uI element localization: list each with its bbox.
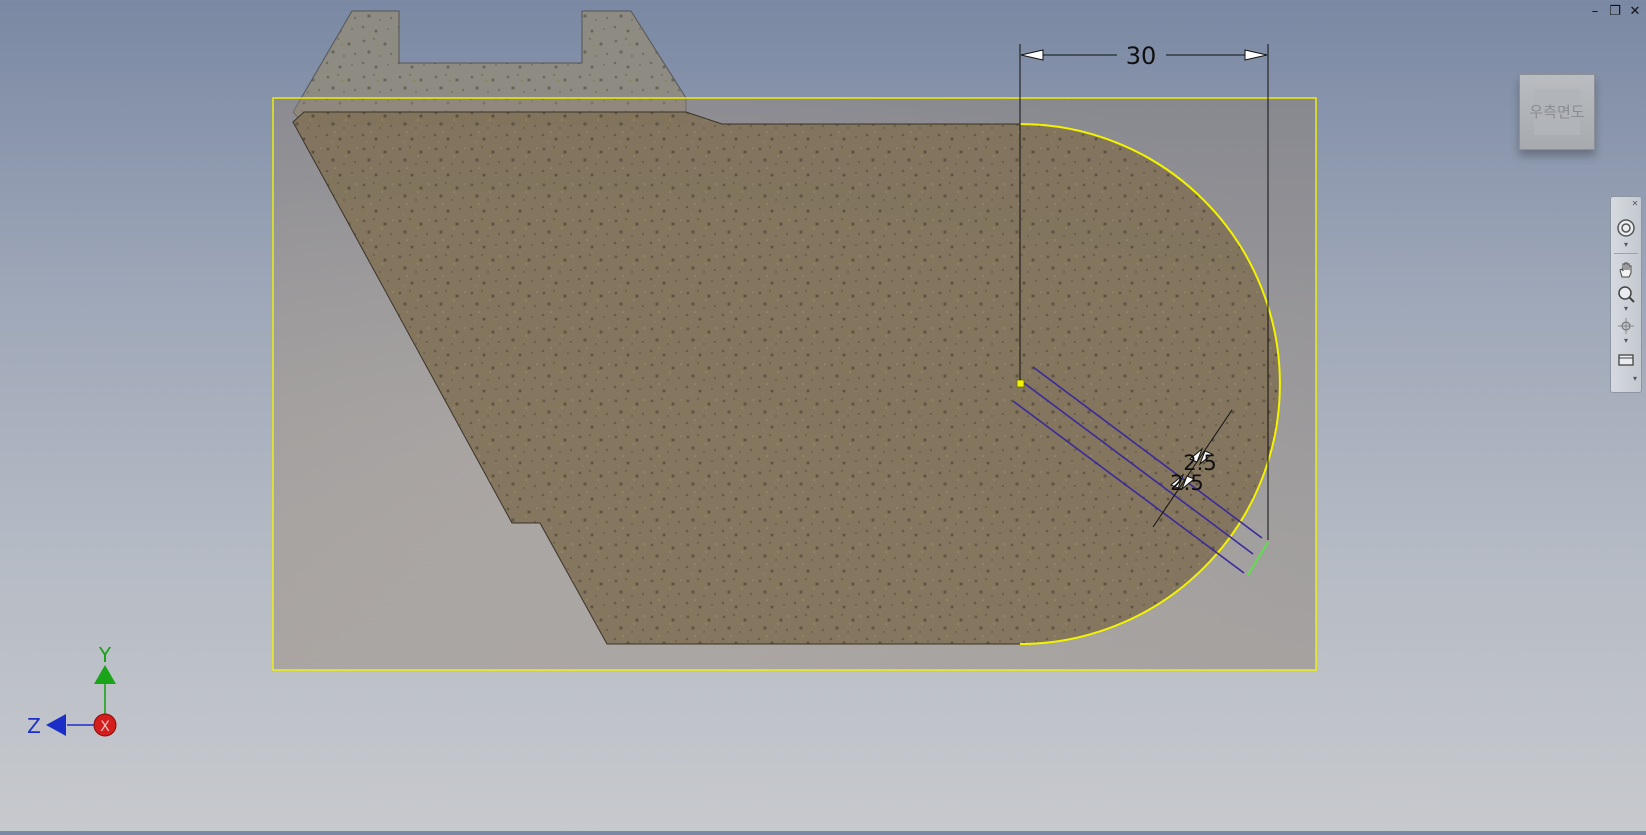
restore-button[interactable]: ❐ — [1607, 4, 1623, 20]
zoom-icon[interactable] — [1615, 283, 1637, 305]
chevron-down-icon[interactable]: ▾ — [1620, 241, 1632, 249]
nav-bar-close-icon[interactable]: ✕ — [1629, 200, 1641, 208]
canvas: 30 2.5 2.5 Y Z X — [27, 10, 1317, 738]
arc-center-point[interactable] — [1016, 379, 1025, 388]
chevron-down-icon[interactable]: ▾ — [1620, 305, 1632, 313]
axis-x-label: X — [100, 719, 110, 735]
view-cube-face-label: 우측면도 — [1529, 103, 1585, 121]
minimize-button[interactable]: – — [1587, 4, 1603, 20]
customize-menu-icon[interactable]: ▾ — [1629, 375, 1641, 383]
look-at-icon[interactable] — [1615, 349, 1637, 371]
dimension-horizontal-value[interactable]: 30 — [1126, 42, 1157, 70]
orbit-icon[interactable] — [1615, 315, 1637, 337]
chevron-down-icon[interactable]: ▾ — [1620, 337, 1632, 345]
y-axis-arrow — [94, 665, 116, 684]
dimension-offset-value-2[interactable]: 2.5 — [1170, 471, 1203, 495]
axis-y-label: Y — [98, 643, 112, 667]
axis-z-label: Z — [27, 714, 41, 738]
view-cube[interactable]: 우측면도 — [1519, 74, 1595, 150]
graphics-viewport[interactable]: 30 2.5 2.5 Y Z X — [0, 0, 1646, 831]
z-axis-arrow — [46, 714, 66, 736]
steering-wheel-icon[interactable] — [1615, 217, 1637, 239]
navigation-bar[interactable]: ✕ ▾ ▾ ▾ ▾ — [1610, 196, 1642, 393]
close-button[interactable]: ✕ — [1627, 4, 1643, 20]
nav-divider — [1614, 253, 1638, 254]
pan-hand-icon[interactable] — [1615, 259, 1637, 281]
